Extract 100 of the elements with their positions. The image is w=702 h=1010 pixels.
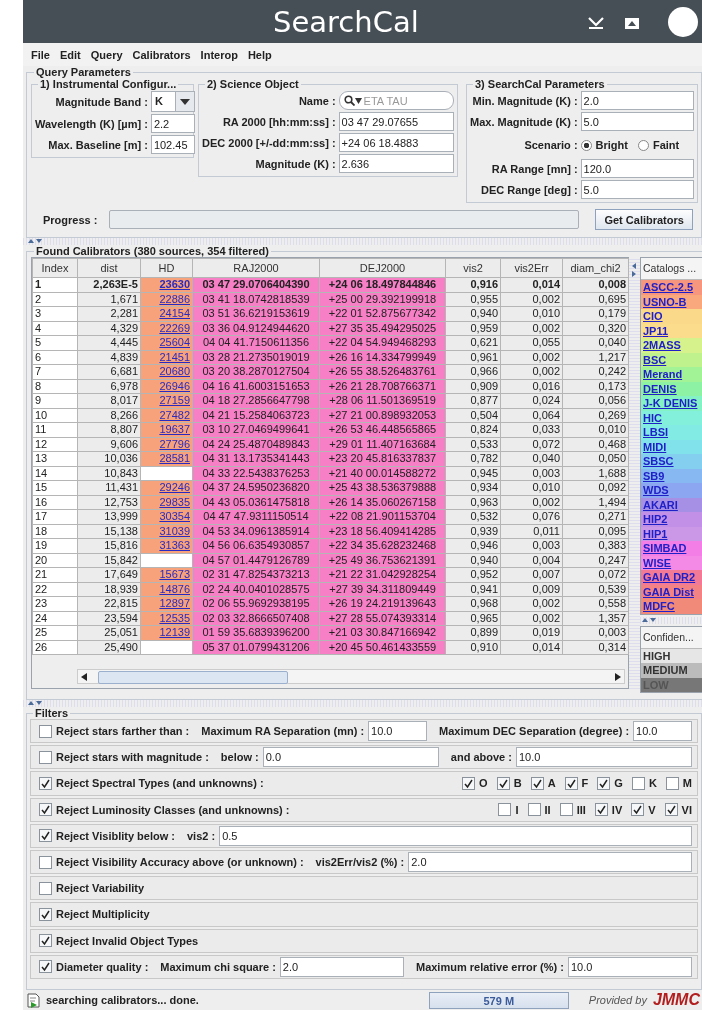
- hd-link[interactable]: 25604: [159, 336, 190, 348]
- column-header[interactable]: Index: [32, 258, 78, 278]
- input-field[interactable]: 10.0: [633, 721, 692, 742]
- hd-link[interactable]: 27796: [159, 437, 190, 450]
- hd-link[interactable]: 28581: [159, 452, 190, 464]
- hd-link[interactable]: 27482: [159, 408, 190, 421]
- input-field[interactable]: 2.2: [150, 114, 195, 133]
- input-field[interactable]: 10.0: [515, 747, 692, 768]
- menu-item[interactable]: Help: [242, 48, 277, 61]
- checkbox[interactable]: [564, 776, 578, 790]
- memory-indicator[interactable]: 579 M: [428, 991, 569, 1009]
- search-field[interactable]: ETA TAU: [338, 91, 454, 110]
- input-field[interactable]: +24 06 18.4883: [338, 133, 454, 152]
- input-field[interactable]: 5.0: [580, 112, 694, 131]
- column-header[interactable]: vis2: [445, 258, 501, 278]
- hd-link[interactable]: 27159: [159, 394, 190, 406]
- hd-link[interactable]: 19637: [159, 423, 190, 435]
- checkbox[interactable]: [631, 803, 645, 817]
- splitter-handle[interactable]: [23, 238, 702, 245]
- hd-link[interactable]: 21451: [159, 350, 190, 363]
- catalog-link[interactable]: Merand: [641, 367, 702, 382]
- column-header[interactable]: RAJ2000: [192, 258, 320, 278]
- hd-link[interactable]: 12139: [159, 626, 190, 638]
- checkbox[interactable]: [39, 724, 52, 738]
- hd-link[interactable]: 23630: [159, 278, 190, 290]
- checkbox[interactable]: [39, 881, 52, 895]
- input-field[interactable]: 0.5: [219, 825, 692, 846]
- catalog-link[interactable]: SBSC: [641, 454, 702, 469]
- checkbox[interactable]: [597, 776, 611, 790]
- hd-link[interactable]: 14876: [159, 582, 190, 595]
- hd-link[interactable]: 26946: [159, 379, 190, 392]
- checkbox[interactable]: [462, 776, 476, 790]
- menu-item[interactable]: Calibrators: [127, 48, 196, 61]
- column-header[interactable]: dist: [77, 258, 141, 278]
- checkbox[interactable]: [498, 803, 512, 817]
- checkbox[interactable]: [39, 960, 52, 974]
- catalog-link[interactable]: SIMBAD: [641, 541, 702, 556]
- checkbox[interactable]: [39, 750, 52, 764]
- column-header[interactable]: HD: [140, 258, 193, 278]
- menu-item[interactable]: Edit: [54, 48, 86, 61]
- input-field[interactable]: 2.0: [580, 91, 694, 110]
- hd-link[interactable]: 12535: [159, 611, 190, 624]
- input-field[interactable]: 120.0: [580, 159, 694, 178]
- horizontal-scrollbar[interactable]: [77, 669, 625, 684]
- hd-link[interactable]: 30354: [159, 510, 190, 522]
- checkbox[interactable]: [39, 803, 52, 817]
- input-field[interactable]: 102.45: [150, 135, 195, 154]
- input-field[interactable]: 5.0: [580, 180, 694, 199]
- checkbox[interactable]: [39, 829, 52, 843]
- catalog-link[interactable]: CIO: [641, 309, 702, 324]
- catalog-link[interactable]: LBSI: [641, 425, 702, 440]
- catalog-link[interactable]: J-K DENIS: [641, 396, 702, 411]
- hd-link[interactable]: 29246: [159, 481, 190, 493]
- hd-link[interactable]: 15673: [159, 568, 190, 580]
- checkbox[interactable]: [665, 776, 679, 790]
- right-arrow-icon[interactable]: [615, 672, 621, 681]
- checkbox[interactable]: [496, 776, 510, 790]
- catalog-link[interactable]: WDS: [641, 483, 702, 498]
- catalog-link[interactable]: MDFC: [641, 599, 702, 614]
- hd-link[interactable]: 31039: [159, 524, 190, 537]
- hd-link[interactable]: 29835: [159, 495, 190, 508]
- checkbox[interactable]: [527, 803, 541, 817]
- menu-item[interactable]: File: [26, 48, 55, 61]
- checkbox[interactable]: [530, 776, 544, 790]
- checkbox[interactable]: [39, 855, 52, 869]
- input-field[interactable]: 0.0: [262, 747, 439, 768]
- dropdown[interactable]: K: [150, 91, 195, 112]
- minimize-icon[interactable]: [587, 16, 605, 30]
- input-field[interactable]: 03 47 29.07655: [338, 112, 454, 131]
- splitter-handle[interactable]: [640, 616, 702, 624]
- splitter-handle[interactable]: [629, 257, 640, 689]
- hd-link[interactable]: 12897: [159, 597, 190, 609]
- column-header[interactable]: vis2Err: [500, 258, 563, 278]
- hd-link[interactable]: 22886: [159, 292, 190, 305]
- catalog-link[interactable]: 2MASS: [641, 338, 702, 353]
- left-arrow-icon[interactable]: [81, 672, 87, 681]
- checkbox[interactable]: [559, 803, 573, 817]
- catalog-link[interactable]: GAIA DR2: [641, 570, 702, 585]
- input-field[interactable]: 2.0: [408, 852, 692, 873]
- checkbox[interactable]: [39, 776, 52, 790]
- splitter-handle[interactable]: [23, 700, 702, 707]
- hd-link[interactable]: 22269: [159, 321, 190, 334]
- catalog-link[interactable]: ASCC-2.5: [641, 280, 702, 295]
- radio-button[interactable]: Bright: [580, 139, 628, 151]
- menu-item[interactable]: Interop: [195, 48, 243, 61]
- catalog-link[interactable]: HIP2: [641, 512, 702, 527]
- checkbox[interactable]: [39, 934, 52, 948]
- hd-link[interactable]: 31363: [159, 539, 190, 551]
- column-header[interactable]: diam_chi2: [562, 258, 629, 278]
- maximize-icon[interactable]: [624, 16, 640, 30]
- close-icon[interactable]: [668, 7, 698, 37]
- get-calibrators-button[interactable]: Get Calibrators: [595, 209, 693, 230]
- input-field[interactable]: 10.0: [368, 721, 427, 742]
- input-field[interactable]: 10.0: [567, 956, 692, 977]
- checkbox[interactable]: [594, 803, 608, 817]
- input-field[interactable]: 2.0: [279, 956, 404, 977]
- menu-item[interactable]: Query: [85, 48, 128, 61]
- hd-link[interactable]: 24154: [159, 307, 190, 319]
- jmmc-logo[interactable]: JMMC: [652, 991, 702, 1009]
- radio-button[interactable]: Faint: [637, 139, 680, 151]
